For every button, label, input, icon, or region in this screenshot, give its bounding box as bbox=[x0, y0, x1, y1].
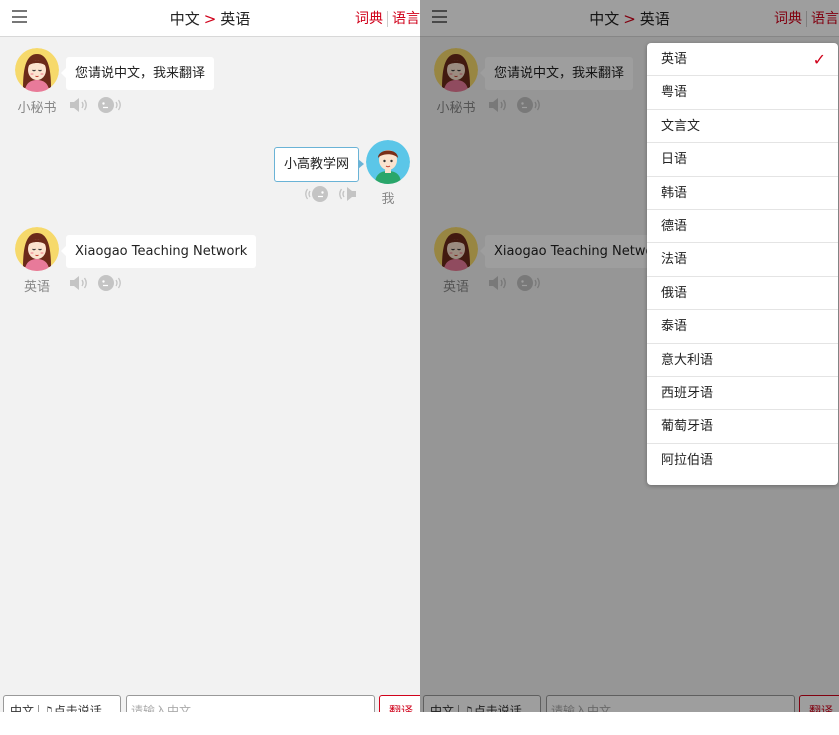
speaker-icon[interactable] bbox=[334, 184, 358, 204]
app-header: 中文 > 英语 词典 语言 bbox=[0, 0, 420, 37]
source-language: 中文 bbox=[169, 10, 200, 28]
input-language-button[interactable]: 中文 ♫点击说话 bbox=[3, 695, 121, 712]
assistant-name: 小秘书 bbox=[17, 101, 57, 116]
separator: > bbox=[203, 10, 217, 28]
user-avatar bbox=[366, 140, 410, 184]
language-option-label: 日语 bbox=[661, 152, 688, 168]
language-option-label: 泰语 bbox=[661, 319, 688, 335]
input-bar: 中文 ♫点击说话 请输入中文 翻译 bbox=[0, 687, 420, 712]
voice-icon[interactable] bbox=[303, 184, 329, 204]
language-option-label: 阿拉伯语 bbox=[661, 452, 714, 468]
translate-button[interactable]: 翻译 bbox=[379, 695, 420, 712]
text-input-placeholder: 请输入中文 bbox=[131, 704, 192, 712]
voice-icon[interactable] bbox=[97, 95, 123, 115]
assistant-message-text: 您请说中文，我来翻译 bbox=[75, 66, 206, 81]
user-name: 我 bbox=[381, 192, 395, 207]
language-option-label: 英语 bbox=[661, 52, 688, 67]
voice-icon[interactable] bbox=[97, 273, 123, 293]
language-option-thai[interactable]: 泰语 bbox=[647, 310, 838, 344]
language-option-korean[interactable]: 韩语 bbox=[647, 177, 838, 210]
language-option-portuguese[interactable]: 葡萄牙语 bbox=[647, 410, 838, 444]
translation-message-bubble: Xiaogao Teaching Network bbox=[61, 235, 257, 268]
language-option-label: 文言文 bbox=[661, 118, 701, 134]
language-option-cantonese[interactable]: 粤语 bbox=[647, 76, 838, 110]
language-option-label: 西班牙语 bbox=[661, 385, 714, 401]
language-option-russian[interactable]: 俄语 bbox=[647, 277, 838, 311]
language-option-english[interactable]: 英语 ✓ bbox=[647, 43, 838, 77]
language-option-label: 法语 bbox=[661, 252, 688, 268]
language-option-french[interactable]: 法语 bbox=[647, 243, 838, 277]
translator-name: 英语 bbox=[23, 280, 50, 295]
language-option-label: 粤语 bbox=[661, 85, 688, 101]
assistant-avatar bbox=[15, 48, 59, 92]
language-option-label: 韩语 bbox=[661, 185, 688, 201]
target-language: 英语 bbox=[220, 10, 251, 28]
check-icon: ✓ bbox=[812, 50, 826, 69]
user-message-text: 小高教学网 bbox=[284, 157, 350, 172]
header-links: 词典 语言 bbox=[355, 8, 420, 28]
language-option-spanish[interactable]: 西班牙语 bbox=[647, 377, 838, 411]
speaker-icon[interactable] bbox=[68, 95, 92, 115]
language-option-label: 葡萄牙语 bbox=[661, 419, 714, 435]
assistant-message-bubble: 您请说中文，我来翻译 bbox=[61, 57, 215, 90]
user-message-bubble: 小高教学网 bbox=[274, 147, 365, 182]
translator-avatar bbox=[15, 227, 59, 271]
screens: 中文 > 英语 词典 语言 小秘书 您请说中文，我来翻译 我 小高教学网 英语 Xia… bbox=[0, 0, 839, 735]
dictionary-link[interactable]: 词典 bbox=[355, 11, 388, 27]
mic-icon: ♫ bbox=[43, 704, 54, 712]
language-option-label: 德语 bbox=[661, 218, 688, 234]
input-language-label: 中文 bbox=[10, 704, 35, 712]
voice-input-label[interactable]: 点击说话 bbox=[54, 704, 102, 712]
text-input[interactable]: 请输入中文 bbox=[126, 695, 375, 712]
chat-screen-with-language-menu: 中文 > 英语 词典 语言 小秘书 您请说中文，我来翻译 英语 Xiaogao Tea… bbox=[420, 0, 839, 712]
language-option-label: 俄语 bbox=[661, 285, 688, 301]
translation-message-text: Xiaogao Teaching Network bbox=[75, 244, 248, 259]
language-option-arabic[interactable]: 阿拉伯语 bbox=[647, 444, 838, 477]
speaker-icon[interactable] bbox=[68, 273, 92, 293]
chat-screen: 中文 > 英语 词典 语言 小秘书 您请说中文，我来翻译 我 小高教学网 英语 Xia… bbox=[0, 0, 420, 712]
language-option-japanese[interactable]: 日语 bbox=[647, 143, 838, 177]
language-option-label: 意大利语 bbox=[661, 352, 714, 368]
language-option-classical-chinese[interactable]: 文言文 bbox=[647, 110, 838, 144]
language-option-german[interactable]: 德语 bbox=[647, 210, 838, 244]
language-link[interactable]: 语言 bbox=[388, 11, 420, 27]
language-menu: 英语 ✓ 粤语 文言文 日语 韩语 德语 法语 俄语 泰语 意大利语 西班牙语 葡… bbox=[647, 43, 838, 485]
language-option-italian[interactable]: 意大利语 bbox=[647, 344, 838, 377]
